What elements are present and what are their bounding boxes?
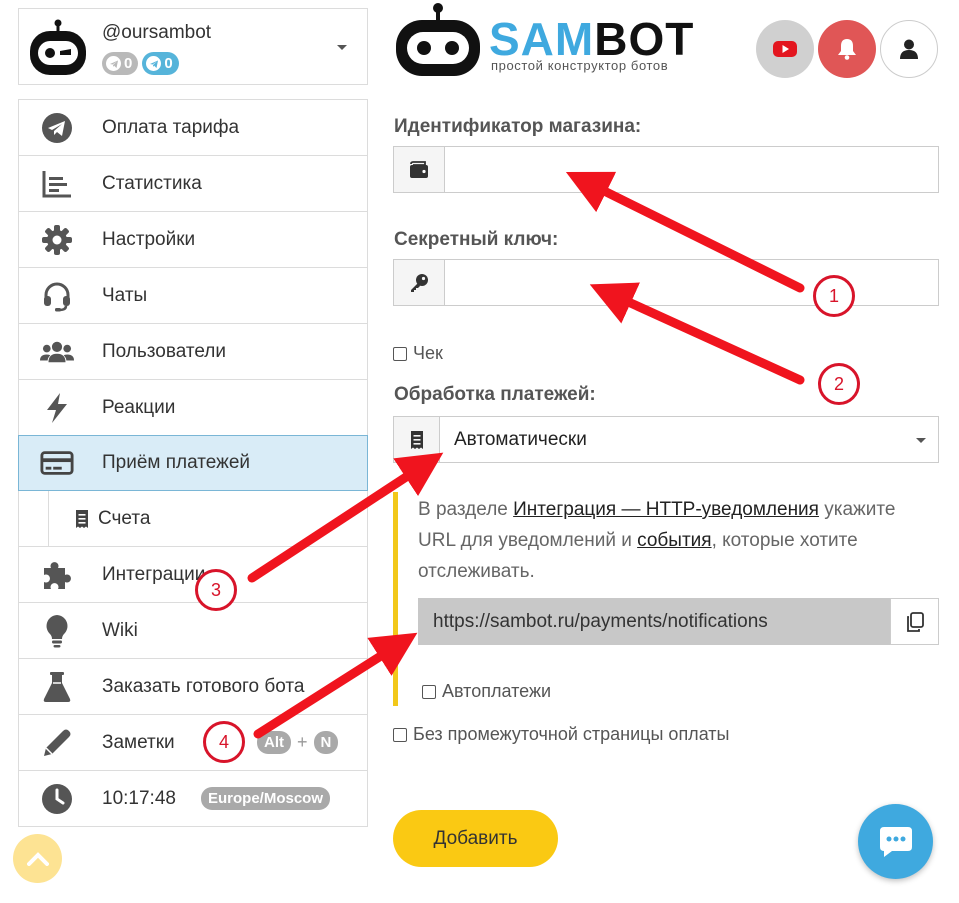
gear-icon <box>40 223 74 257</box>
sidebar-item-clock: 10:17:48 Europe/Moscow <box>19 771 367 827</box>
sidebar-item-payments[interactable]: Приём платежей <box>18 435 368 491</box>
sambot-logo[interactable]: SAMBOT простой конструктор ботов <box>393 0 713 80</box>
account-switcher[interactable]: @oursambot 0 0 <box>18 8 368 85</box>
bell-icon <box>838 39 856 60</box>
checkbox-box[interactable] <box>422 684 436 699</box>
integration-info-text: В разделе Интеграция — HTTP-уведомления … <box>418 499 896 582</box>
sidebar-item-chats[interactable]: Чаты <box>19 268 367 324</box>
youtube-button[interactable] <box>756 20 814 78</box>
chevron-down-icon[interactable] <box>337 45 347 50</box>
shortcut-hint: Alt + N <box>257 731 339 754</box>
lightning-icon <box>40 391 74 425</box>
shop-id-input[interactable] <box>445 147 938 192</box>
sidebar-item-order-bot[interactable]: Заказать готового бота <box>19 659 367 715</box>
timezone-badge: Europe/Moscow <box>201 787 331 810</box>
robot-logo-icon <box>396 3 480 76</box>
shop-id-group <box>393 146 939 193</box>
sidebar-item-integrations[interactable]: Интеграции <box>19 547 367 603</box>
credit-card-icon <box>40 446 74 480</box>
integration-info-block: В разделе Интеграция — HTTP-уведомления … <box>393 492 939 706</box>
autopay-checkbox-label: Автоплатежи <box>442 681 552 701</box>
sidebar-item-statistics[interactable]: Статистика <box>19 156 367 212</box>
chevron-down-icon <box>916 438 926 443</box>
annotation-marker-1: 1 <box>813 275 855 317</box>
submenu-line <box>48 491 49 546</box>
sidebar-item-tariff[interactable]: Оплата тарифа <box>19 100 367 156</box>
sidebar-item-settings[interactable]: Настройки <box>19 212 367 268</box>
add-button[interactable]: Добавить <box>393 810 558 867</box>
secret-key-label: Секретный ключ: <box>394 229 559 250</box>
telegram-active-badge: 0 <box>142 52 179 75</box>
checkbox-box[interactable] <box>393 727 407 742</box>
processing-select[interactable]: Автоматически <box>393 416 939 463</box>
annotation-marker-4: 4 <box>203 721 245 763</box>
telegram-count-badge: 0 <box>102 52 139 75</box>
sidebar-item-reactions[interactable]: Реакции <box>19 380 367 436</box>
receipt-icon <box>394 417 440 462</box>
logo-tagline: простой конструктор ботов <box>491 58 669 73</box>
sidebar-item-wiki[interactable]: Wiki <box>19 603 367 659</box>
robot-avatar-icon <box>30 19 86 75</box>
telegram-icon <box>146 56 162 71</box>
integration-http-link[interactable]: Интеграция — HTTP-уведомления <box>513 499 819 520</box>
telegram-icon <box>40 111 74 145</box>
notification-url[interactable]: https://sambot.ru/payments/notifications <box>418 598 890 645</box>
shop-id-label: Идентификатор магазина: <box>394 116 642 137</box>
autopay-checkbox[interactable]: Автоплатежи <box>422 681 551 702</box>
annotation-marker-3: 3 <box>195 569 237 611</box>
pen-icon <box>40 726 74 760</box>
copy-button[interactable] <box>890 598 939 645</box>
scroll-top-button[interactable] <box>13 834 62 883</box>
youtube-icon <box>773 41 797 57</box>
account-username: @oursambot <box>102 22 212 43</box>
notification-url-group: https://sambot.ru/payments/notifications <box>418 598 939 645</box>
clock-time: 10:17:48 <box>102 787 176 809</box>
secret-key-group <box>393 259 939 306</box>
annotation-marker-2: 2 <box>818 363 860 405</box>
no-intermediate-checkbox[interactable]: Без промежуточной страницы оплаты <box>393 724 730 745</box>
clock-icon <box>40 782 74 816</box>
chat-icon <box>879 826 912 857</box>
chart-icon <box>40 167 74 201</box>
copy-icon <box>906 611 924 632</box>
processing-label: Обработка платежей: <box>394 384 596 405</box>
processing-select-value[interactable]: Автоматически <box>440 417 938 462</box>
no-intermediate-checkbox-label: Без промежуточной страницы оплаты <box>413 724 730 744</box>
wallet-icon <box>394 147 445 192</box>
users-icon <box>40 335 74 369</box>
kbd-alt: Alt <box>257 731 291 754</box>
chevron-up-icon <box>26 851 49 866</box>
sidebar-item-users[interactable]: Пользователи <box>19 324 367 380</box>
notifications-button[interactable] <box>818 20 876 78</box>
sidebar-item-invoices[interactable]: Счета <box>19 491 367 547</box>
profile-button[interactable] <box>880 20 938 78</box>
user-icon <box>900 39 918 59</box>
receipt-checkbox[interactable]: Чек <box>393 343 443 364</box>
puzzle-icon <box>40 558 74 592</box>
lightbulb-icon <box>40 614 74 648</box>
key-icon <box>394 260 445 305</box>
headset-icon <box>40 279 74 313</box>
kbd-plus: + <box>297 732 308 752</box>
flask-icon <box>40 670 74 704</box>
chat-button[interactable] <box>858 804 933 879</box>
secret-key-input[interactable] <box>445 260 938 305</box>
telegram-icon <box>106 56 121 71</box>
receipt-icon <box>71 502 93 536</box>
kbd-n: N <box>313 731 339 754</box>
checkbox-box[interactable] <box>393 346 407 361</box>
events-link[interactable]: события <box>637 530 711 551</box>
sidebar-item-notes[interactable]: Заметки Alt + N <box>19 715 367 771</box>
sidebar-menu: Оплата тарифа Статистика Настройки Чаты … <box>18 99 368 827</box>
receipt-checkbox-label: Чек <box>413 343 443 363</box>
